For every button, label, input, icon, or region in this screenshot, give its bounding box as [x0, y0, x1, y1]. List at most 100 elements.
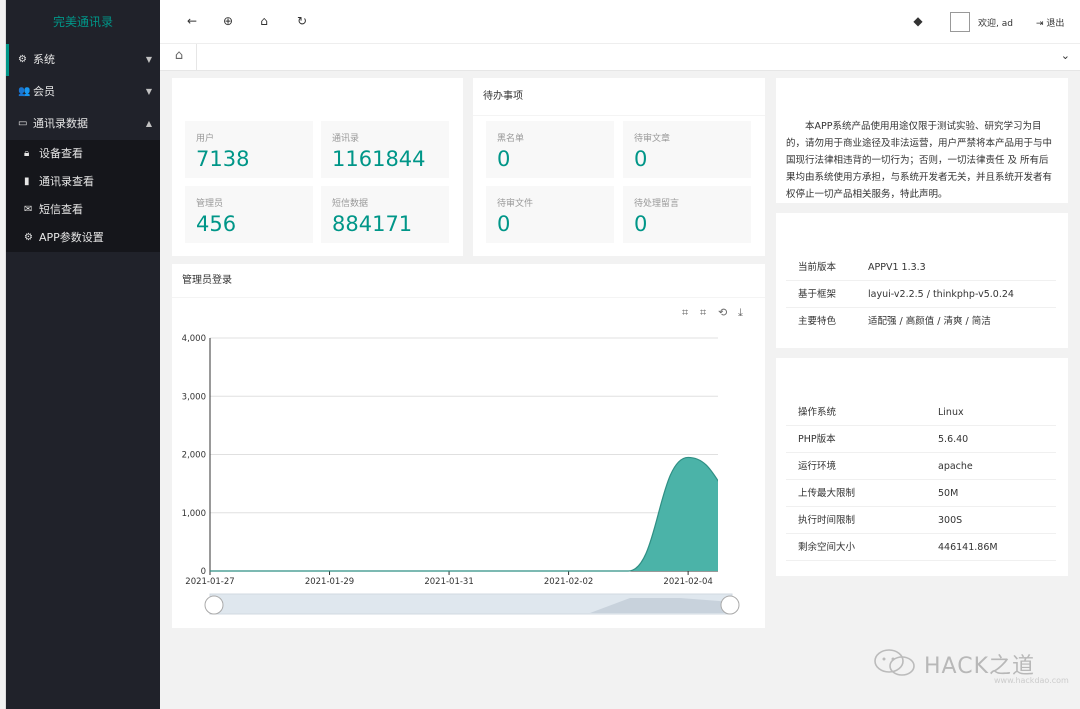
welcome-text[interactable]: 欢迎, ad — [978, 16, 1013, 29]
datazoom-handle-right — [720, 595, 740, 615]
stat-label: 黑名单 — [497, 134, 525, 144]
logout-link[interactable]: ⇥ 退出 — [1036, 16, 1064, 29]
caret-down-icon: ▼ — [145, 55, 152, 64]
gear-icon: ⚙ — [24, 232, 33, 243]
sidebar-subitem-label: 设备查看 — [39, 147, 83, 160]
area-chart: 0 1,000 2,000 3,000 4,000 2021-01-27 2021-01-2… — [182, 334, 740, 615]
stat-users[interactable]: 用户 7138 — [185, 121, 313, 178]
y-tick-label: 2,000 — [182, 451, 206, 461]
sidebar-subitem-contacts[interactable]: ▮ 通讯录查看 — [6, 168, 160, 196]
stat-value: 1161844 — [332, 147, 426, 171]
app-logo[interactable]: 完美通讯录 — [6, 0, 160, 44]
stat-label: 待审文章 — [634, 134, 671, 144]
tab-bar: ⌂ ⌄ — [160, 44, 1080, 71]
todo-pending-messages[interactable]: 待处理留言 0 — [623, 186, 751, 243]
sysinfo-key: 运行环境 — [798, 461, 837, 472]
stat-label: 短信数据 — [332, 199, 369, 209]
wechat-logo-icon — [874, 649, 915, 676]
sidebar-item-members[interactable]: 👥 会员 ▼ — [6, 76, 160, 108]
x-tick-label: 2021-01-31 — [424, 577, 473, 587]
sysinfo-value: Linux — [938, 407, 964, 418]
card-icon: ▭ — [18, 118, 28, 129]
refresh-icon[interactable]: ↻ — [294, 14, 310, 28]
watermark: HACK之道 www.hackdao.com — [868, 646, 1078, 706]
lock-icon: 🔒︎ — [24, 148, 30, 159]
sysinfo-value: 5.6.40 — [938, 434, 969, 445]
watermark-subtext: www.hackdao.com — [994, 676, 1069, 685]
sysinfo-value: 300S — [938, 515, 963, 526]
sidebar-item-system[interactable]: ⚙ 系统 ▼ — [6, 44, 160, 76]
y-tick-label: 4,000 — [182, 334, 206, 344]
stats-card: 用户 7138 通讯录 1161844 管理员 456 短信数据 884171 — [172, 78, 463, 256]
stat-label: 管理员 — [196, 199, 224, 209]
stat-value: 0 — [634, 212, 648, 236]
sysinfo-row: 操作系统 Linux — [786, 399, 1056, 426]
y-tick-label: 1,000 — [182, 509, 206, 519]
sidebar-item-label: 通讯录数据 — [33, 117, 88, 130]
stat-contacts[interactable]: 通讯录 1161844 — [321, 121, 449, 178]
logout-icon: ⇥ — [1036, 19, 1047, 29]
sidebar-item-label: 会员 — [33, 85, 55, 98]
sidebar-submenu: 🔒︎ 设备查看 ▮ 通讯录查看 ✉ 短信查看 ⚙ APP参数设置 — [6, 140, 160, 252]
sidebar-subitem-app-settings[interactable]: ⚙ APP参数设置 — [6, 224, 160, 252]
back-icon[interactable]: ← — [184, 14, 200, 28]
sysinfo-row: 运行环境 apache — [786, 453, 1056, 480]
sysinfo-row: 执行时间限制 300S — [786, 507, 1056, 534]
logout-label: 退出 — [1046, 19, 1065, 29]
avatar[interactable] — [950, 12, 970, 32]
todo-pending-articles[interactable]: 待审文章 0 — [623, 121, 751, 178]
sidebar-subitem-label: 通讯录查看 — [39, 175, 94, 188]
framework-key: 基于框架 — [798, 289, 837, 300]
sidebar-subitem-sms[interactable]: ✉ 短信查看 — [6, 196, 160, 224]
series-area — [210, 457, 718, 571]
stat-value: 0 — [497, 147, 511, 171]
y-tick-label: 0 — [201, 567, 206, 577]
version-row: 当前版本 APPV1 1.3.3 — [786, 254, 1056, 281]
stat-value: 0 — [497, 212, 511, 236]
x-tick-label: 2021-01-27 — [185, 577, 234, 587]
home-tab-icon[interactable]: ⌂ — [168, 48, 190, 68]
book-icon: ▮ — [24, 176, 30, 187]
bank-icon[interactable]: ⌂ — [256, 14, 272, 28]
stat-admins[interactable]: 管理员 456 — [185, 186, 313, 243]
features-row: 主要特色 适配强 / 高颜值 / 清爽 / 简洁 — [786, 308, 1056, 335]
stat-sms[interactable]: 短信数据 884171 — [321, 186, 449, 243]
stat-label: 待处理留言 — [634, 199, 680, 209]
caret-up-icon: ▲ — [145, 119, 152, 128]
datazoom-handle-left — [204, 595, 224, 615]
framework-row: 基于框架 layui-v2.2.5 / thinkphp-v5.0.24 — [786, 281, 1056, 308]
sidebar-item-contacts-data[interactable]: ▭ 通讯录数据 ▲ — [6, 108, 160, 140]
framework-value: layui-v2.2.5 / thinkphp-v5.0.24 — [868, 289, 1014, 300]
caret-down-icon: ▼ — [145, 87, 152, 96]
top-header: ← ⊕ ⌂ ↻ ◆ 欢迎, ad ⇥ 退出 — [160, 0, 1080, 44]
x-tick-label: 2021-01-29 — [305, 577, 354, 587]
gear-icon: ⚙ — [18, 54, 27, 65]
x-tick-label: 2021-02-02 — [544, 577, 593, 587]
sysinfo-row: 上传最大限制 50M — [786, 480, 1056, 507]
mail-icon: ✉ — [24, 204, 33, 215]
sysinfo-value: 446141.86M — [938, 542, 998, 553]
tab-dropdown-icon[interactable]: ⌄ — [1061, 49, 1070, 62]
stat-label: 待审文件 — [497, 199, 534, 209]
version-key: 当前版本 — [798, 262, 837, 273]
sidebar: 完美通讯录 ⚙ 系统 ▼ 👥 会员 ▼ ▭ 通讯录数据 ▲ 🔒︎ 设备查看 ▮ … — [6, 0, 160, 709]
stat-value: 456 — [196, 212, 237, 236]
y-tick-label: 3,000 — [182, 392, 206, 402]
sysinfo-key: 操作系统 — [798, 407, 837, 418]
tag-icon[interactable]: ◆ — [910, 14, 926, 28]
stat-value: 884171 — [332, 212, 413, 236]
features-value: 适配强 / 高颜值 / 清爽 / 简洁 — [868, 316, 991, 327]
fullscreen-icon[interactable]: ⊕ — [220, 14, 236, 28]
admin-login-chart-card: 管理员登录 ⌗ ⌗ ⟲ ⤓ 0 1,000 2,000 3,000 4,000 2021-… — [172, 264, 765, 628]
todo-pending-files[interactable]: 待审文件 0 — [486, 186, 614, 243]
stat-value: 7138 — [196, 147, 250, 171]
todo-blacklist[interactable]: 黑名单 0 — [486, 121, 614, 178]
sysinfo-row: PHP版本 5.6.40 — [786, 426, 1056, 453]
sysinfo-key: 剩余空间大小 — [798, 542, 856, 553]
sysinfo-value: apache — [938, 461, 973, 472]
sidebar-subitem-label: 短信查看 — [39, 203, 83, 216]
features-key: 主要特色 — [798, 316, 837, 327]
sidebar-item-label: 系统 — [33, 53, 55, 66]
sidebar-subitem-devices[interactable]: 🔒︎ 设备查看 — [6, 140, 160, 168]
version-card: 当前版本 APPV1 1.3.3 基于框架 layui-v2.2.5 / thi… — [776, 213, 1068, 348]
